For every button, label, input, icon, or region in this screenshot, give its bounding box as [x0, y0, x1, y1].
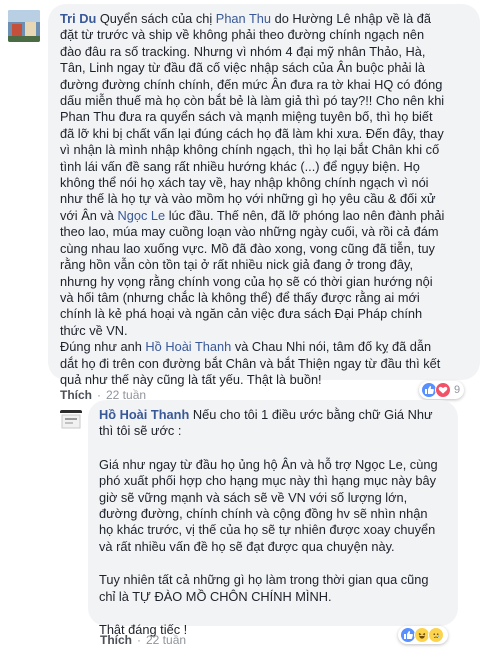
avatar[interactable] — [8, 10, 40, 42]
text-line: Tân, Linh ngay từ đầu đã cố việc nhập sá… — [60, 60, 470, 76]
text-line: thức về VN. — [60, 323, 470, 339]
comment-paragraph: Tuy nhiên tất cả những gì họ làm trong t… — [99, 572, 448, 605]
text-line: Phan Thu đưa ra quyển sách và mạnh miệng… — [60, 109, 470, 125]
text-segment: Phan Thu đưa ra quyển sách và mạnh miệng… — [60, 109, 433, 125]
text-line: đào đâu ra số tracking. Nhưng vì nhóm 4 … — [60, 44, 470, 60]
text-line: và hối tâm (nhưng chắc là không thể) để … — [60, 290, 470, 306]
comment-reply-ho-hoai-thanh: Hồ Hoài Thanh Nếu cho tôi 1 điều ước bằn… — [0, 400, 491, 655]
text-segment: đã lỡ khi bị chất vấn lại đúng cách họ đ… — [60, 125, 444, 141]
mention-link[interactable]: Phan Thu — [216, 11, 271, 26]
reaction-summary[interactable] — [398, 626, 448, 644]
comment-paragraph: Giá như ngay từ đầu họ ủng hộ Ân và hỗ t… — [99, 457, 448, 555]
text-line: chính là kẻ phá hoại và ngăn cản việc đư… — [60, 306, 470, 322]
text-segment: họ khác trước, vị thế của họ sẽ tự nhiên… — [99, 522, 436, 538]
text-line: vì nhận là mình nhập không chính ngạch, … — [60, 142, 470, 158]
text-line: đường đường, chính chính và cộng đồng hv… — [99, 506, 448, 522]
text-segment: và hối tâm (nhưng chắc là không thể) để … — [60, 289, 420, 305]
text-segment: chính là kẻ phá hoại và ngăn cản việc đư… — [60, 306, 423, 322]
text-line: không thể nói họ xách tay về, hay nhập k… — [60, 175, 470, 191]
text-segment: Giá như ngay từ đầu họ ủng hộ Ân và hỗ t… — [99, 456, 438, 472]
text-line: nhưng hy vọng rằng chính vong của họ sẽ … — [60, 274, 470, 290]
text-line: giờ sẽ vững mạnh và sách sẽ về VN với số… — [99, 490, 448, 506]
text-line: quả như thế này cũng là tất yếu. Thật là… — [60, 372, 470, 388]
sad-reaction-icon — [428, 627, 444, 643]
comment-actions: Thích · 22 tuần — [100, 633, 187, 647]
author-name-link[interactable]: Tri Du — [60, 11, 96, 26]
text-segment: và rất nhiều vấn đề họ sẽ đạt được qua c… — [99, 538, 395, 554]
mention-link[interactable]: Ngọc Le — [117, 208, 165, 223]
love-reaction-icon — [435, 382, 451, 398]
comment-text: Tri Du Quyển sách của chị Phan Thu do Hư… — [60, 11, 470, 388]
text-segment: cùng nhau lao xuống vực. Mồ đã đào xong,… — [60, 240, 435, 256]
reaction-summary[interactable]: 9 — [419, 381, 465, 399]
text-line: đặt từ trước và ship về không phải theo … — [60, 27, 470, 43]
text-segment: lúc đầu. Thế nên, đã lỡ phóng lao nên đà… — [165, 207, 445, 223]
comment-tri-du: Tri Du Quyển sách của chị Phan Thu do Hư… — [0, 0, 491, 402]
text-segment: giờ sẽ vững mạnh và sách sẽ về VN với số… — [99, 489, 408, 505]
text-line: phó xuất phối hợp cho hạng mục này thì h… — [99, 473, 448, 489]
like-link[interactable]: Thích — [100, 633, 132, 647]
text-line: Giá như ngay từ đầu họ ủng hộ Ân và hỗ t… — [99, 457, 448, 473]
text-segment: vì nhận là mình nhập không chính ngạch, … — [60, 142, 440, 158]
comment-bubble: Hồ Hoài Thanh Nếu cho tôi 1 điều ước bằn… — [88, 400, 458, 637]
text-line: đường đường chính chính, đến mức Ân đưa … — [60, 77, 470, 93]
comment-timestamp[interactable]: 22 tuần — [146, 633, 186, 647]
text-line: dấu miễn thuế mà họ còn bắt bẻ là làm gi… — [60, 93, 470, 109]
text-segment: và Chau Nhi nói, tâm đố kỵ đã dẫn — [231, 339, 432, 355]
text-segment: do Hường Lê nhập về là đã — [271, 11, 432, 26]
text-segment: đào đâu ra số tracking. Nhưng vì nhóm 4 … — [60, 43, 426, 59]
text-line: Hồ Hoài Thanh Nếu cho tôi 1 điều ước bằn… — [99, 407, 448, 423]
text-line: như thế là họ tự và vào mồm họ với những… — [60, 191, 470, 207]
text-segment: dấu miễn thuế mà họ còn bắt bẻ là làm gi… — [60, 93, 445, 109]
text-segment: tình lái vấn đề sang rất nhiều hướng khá… — [60, 158, 420, 174]
text-line: Đúng như anh Hồ Hoài Thanh và Chau Nhi n… — [60, 339, 470, 355]
text-segment: nhưng hy vọng rằng chính vong của họ sẽ … — [60, 273, 433, 289]
mention-link[interactable]: Hồ Hoài Thanh — [145, 339, 231, 354]
text-line: tình lái vấn đề sang rất nhiều hướng khá… — [60, 159, 470, 175]
text-segment: chỉ là TỰ ĐÀO MỒ CHÔN CHÍNH MÌNH. — [99, 588, 332, 604]
text-line: theo lao, múa may cuồng loạn vào những n… — [60, 224, 470, 240]
text-line: Tri Du Quyển sách của chị Phan Thu do Hư… — [60, 11, 470, 27]
text-segment: dắt họ đi trên con đường bắt Chân và bắt… — [60, 355, 441, 371]
text-segment: theo lao, múa may cuồng loạn vào những n… — [60, 224, 439, 240]
text-segment: quả như thế này cũng là tất yếu. Thật là… — [60, 371, 322, 387]
text-segment: Quyển sách của chị — [96, 11, 216, 26]
avatar[interactable] — [60, 410, 82, 432]
text-segment: Nếu cho tôi 1 điều ước bằng chữ Giá Như — [189, 407, 433, 422]
text-segment: Đúng như anh — [60, 339, 146, 355]
text-line: đã lỡ khi bị chất vấn lại đúng cách họ đ… — [60, 126, 470, 142]
text-segment: Tân, Linh ngay từ đầu đã cố việc nhập sá… — [60, 60, 425, 76]
comment-header-text: Hồ Hoài Thanh Nếu cho tôi 1 điều ước bằn… — [99, 407, 448, 440]
text-segment: thì tôi sẽ ước : — [99, 423, 182, 439]
text-segment: đặt từ trước và ship về không phải theo … — [60, 27, 425, 43]
text-line: thì tôi sẽ ước : — [99, 423, 448, 439]
text-segment: đường đường chính chính, đến mức Ân đưa … — [60, 76, 443, 92]
comment-bubble: Tri Du Quyển sách của chị Phan Thu do Hư… — [48, 4, 480, 387]
text-line: chỉ là TỰ ĐÀO MỒ CHÔN CHÍNH MÌNH. — [99, 589, 448, 605]
text-segment: phó xuất phối hợp cho hạng mục này thì h… — [99, 473, 437, 489]
text-segment: đường đường, chính chính và cộng đồng hv… — [99, 506, 428, 522]
text-segment: thức về VN. — [60, 322, 128, 338]
text-line: dắt họ đi trên con đường bắt Chân và bắt… — [60, 356, 470, 372]
reaction-count: 9 — [454, 384, 461, 396]
text-segment: không thể nói họ xách tay về, hay nhập k… — [60, 175, 429, 191]
text-line: Tuy nhiên tất cả những gì họ làm trong t… — [99, 572, 448, 588]
text-segment: như thế là họ tự và vào mồm họ với những… — [60, 191, 436, 207]
text-segment: Tuy nhiên tất cả những gì họ làm trong t… — [99, 572, 429, 588]
text-line: với Ân và Ngọc Le lúc đầu. Thế nên, đã l… — [60, 208, 470, 224]
text-line: và rất nhiều vấn đề họ sẽ đạt được qua c… — [99, 539, 448, 555]
text-line: rằng hồn vẫn còn tồn tại ở rất nhiều nic… — [60, 257, 470, 273]
text-segment: rằng hồn vẫn còn tồn tại ở rất nhiều nic… — [60, 257, 414, 273]
text-line: cùng nhau lao xuống vực. Mồ đã đào xong,… — [60, 241, 470, 257]
text-segment: với Ân và — [60, 207, 118, 223]
author-name-link[interactable]: Hồ Hoài Thanh — [99, 407, 189, 422]
text-line: họ khác trước, vị thế của họ sẽ tự nhiên… — [99, 522, 448, 538]
